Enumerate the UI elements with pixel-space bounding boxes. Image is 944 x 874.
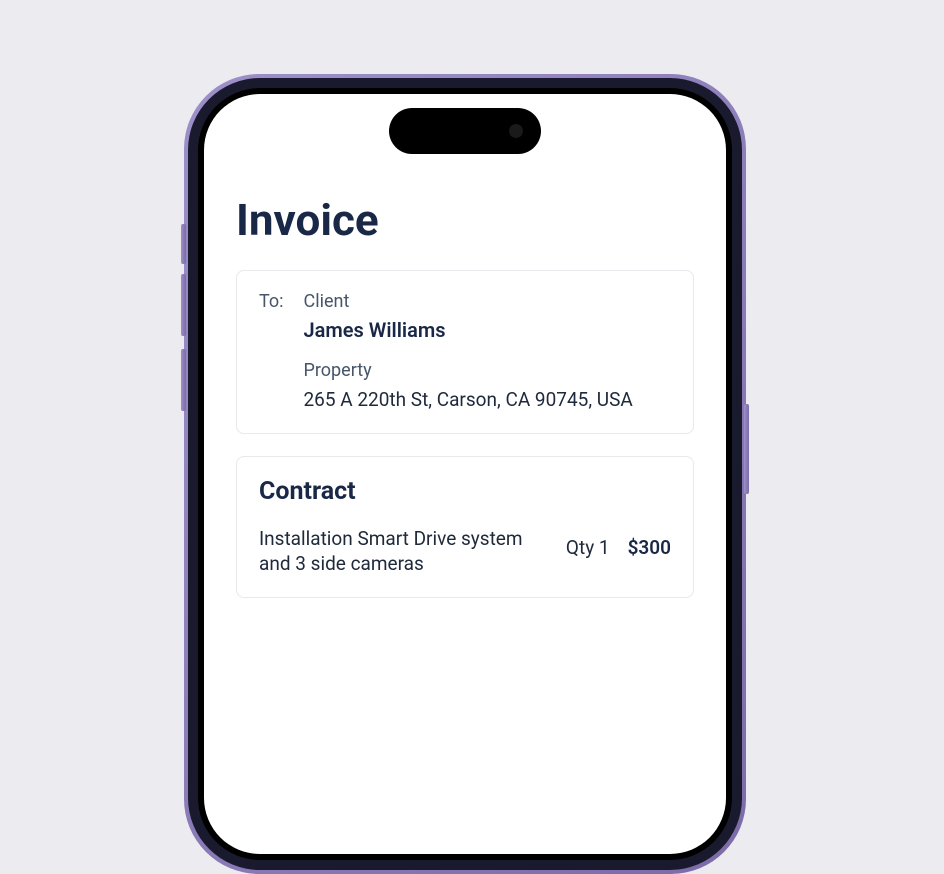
client-name: James Williams [304,318,672,342]
item-description: Installation Smart Drive system and 3 si… [259,526,548,577]
phone-outer-shell: Invoice To: Client James Williams Proper… [188,78,742,870]
phone-device-frame: Invoice To: Client James Williams Proper… [184,74,746,874]
item-quantity: Qty 1 [566,526,610,559]
client-details: Client James Williams Property 265 A 220… [304,291,672,413]
contract-card: Contract Installation Smart Drive system… [236,456,694,598]
dynamic-island [389,108,541,154]
mute-switch [181,349,186,411]
phone-inner-shell: Invoice To: Client James Williams Proper… [198,88,732,860]
contract-title: Contract [259,477,671,506]
client-section: To: Client James Williams Property 265 A… [259,291,671,413]
to-label: To: [259,291,284,413]
phone-screen: Invoice To: Client James Williams Proper… [204,94,726,854]
client-card: To: Client James Williams Property 265 A… [236,270,694,434]
line-item: Installation Smart Drive system and 3 si… [259,526,671,577]
volume-down-button [181,274,186,336]
power-button [744,404,749,494]
property-address: 265 A 220th St, Carson, CA 90745, USA [304,387,672,413]
invoice-screen: Invoice To: Client James Williams Proper… [204,94,726,640]
client-field-label: Client [304,291,672,312]
volume-up-button [181,224,186,264]
item-price: $300 [628,526,671,559]
property-field-label: Property [304,360,672,381]
page-title: Invoice [236,194,694,246]
